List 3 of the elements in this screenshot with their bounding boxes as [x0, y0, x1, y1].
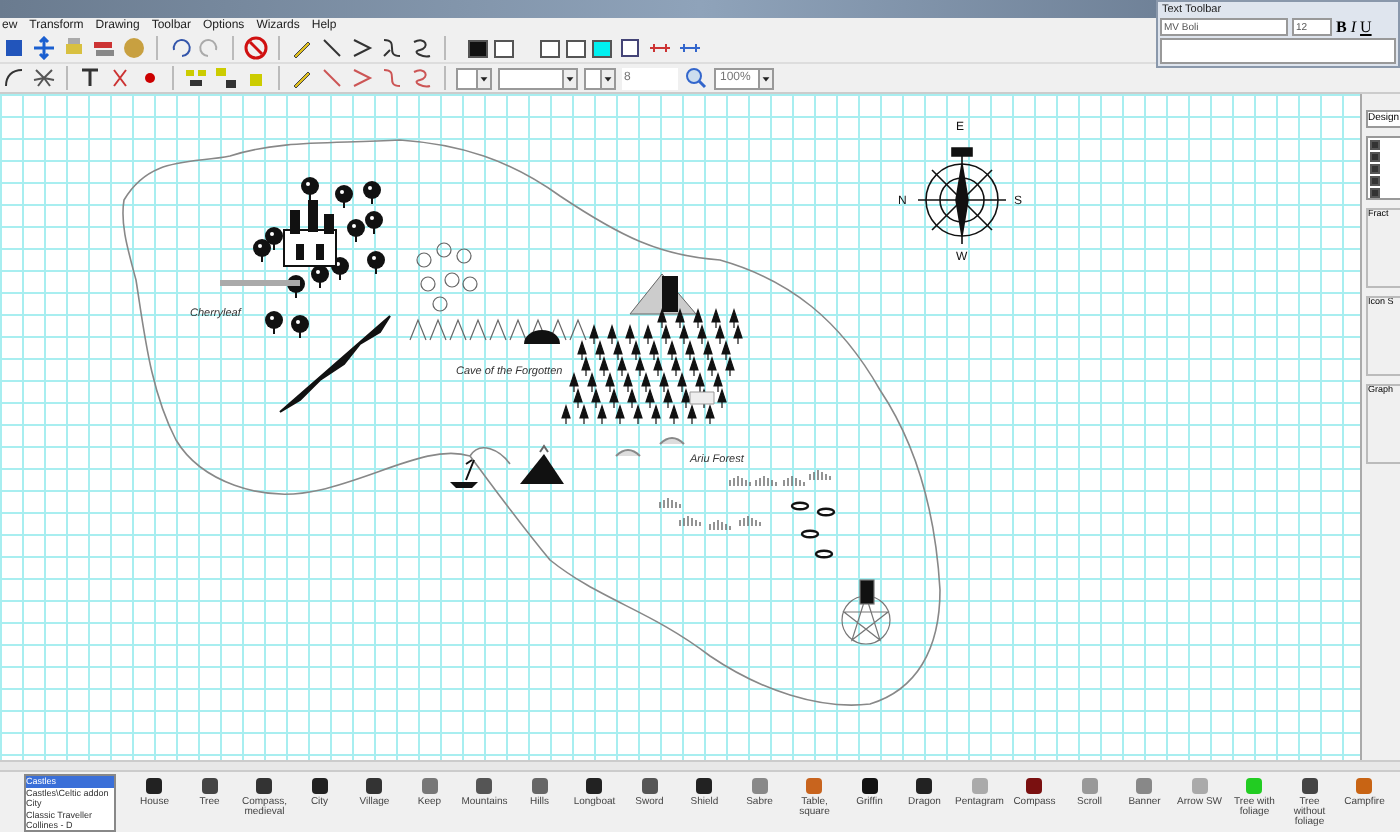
underline-button[interactable]: U: [1360, 19, 1372, 35]
italic-button[interactable]: I: [1350, 19, 1357, 35]
bold-button[interactable]: B: [1336, 19, 1347, 35]
